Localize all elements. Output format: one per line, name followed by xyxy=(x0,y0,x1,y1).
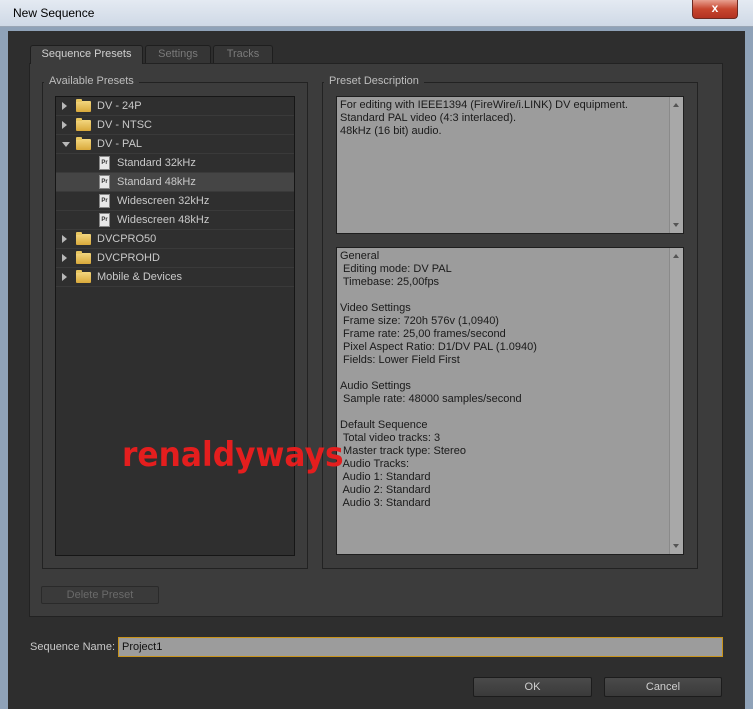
tree-item-standard-48khz[interactable]: Pr Standard 48kHz xyxy=(56,173,294,192)
folder-icon xyxy=(76,137,91,150)
collapse-arrow-icon[interactable] xyxy=(62,142,70,147)
tree-item-label: DV - NTSC xyxy=(97,119,152,131)
premiere-preset-icon: Pr xyxy=(99,213,110,227)
tree-item-dv-24p[interactable]: DV - 24P xyxy=(56,97,294,116)
scroll-down-icon[interactable] xyxy=(673,544,679,548)
tab-sequence-presets[interactable]: Sequence Presets xyxy=(30,45,143,64)
tree-item-widescreen-48khz[interactable]: Pr Widescreen 48kHz xyxy=(56,211,294,230)
close-icon: x xyxy=(711,1,719,15)
expand-arrow-icon[interactable] xyxy=(62,254,67,262)
title-bar: New Sequence x xyxy=(0,0,753,27)
preset-summary-text: For editing with IEEE1394 (FireWire/i.LI… xyxy=(340,99,628,137)
preset-summary-box[interactable]: For editing with IEEE1394 (FireWire/i.LI… xyxy=(336,96,684,234)
preset-details-box[interactable]: General Editing mode: DV PAL Timebase: 2… xyxy=(336,247,684,555)
tree-item-label: Standard 48kHz xyxy=(117,176,196,188)
tree-item-dv-ntsc[interactable]: DV - NTSC xyxy=(56,116,294,135)
scroll-up-icon[interactable] xyxy=(673,103,679,107)
tree-item-label: Standard 32kHz xyxy=(117,157,196,169)
scroll-down-icon[interactable] xyxy=(673,223,679,227)
window-title: New Sequence xyxy=(13,6,95,20)
folder-icon xyxy=(76,118,91,131)
expand-arrow-icon[interactable] xyxy=(62,121,67,129)
folder-icon xyxy=(76,232,91,245)
tree-item-label: Widescreen 48kHz xyxy=(117,214,210,226)
premiere-preset-icon: Pr xyxy=(99,194,110,208)
folder-icon xyxy=(76,270,91,283)
tree-item-dv-pal[interactable]: DV - PAL xyxy=(56,135,294,154)
delete-preset-button[interactable]: Delete Preset xyxy=(41,586,159,604)
preset-details-text: General Editing mode: DV PAL Timebase: 2… xyxy=(340,250,537,509)
expand-arrow-icon[interactable] xyxy=(62,235,67,243)
expand-arrow-icon[interactable] xyxy=(62,102,67,110)
sequence-name-input[interactable] xyxy=(118,637,723,657)
tree-item-label: Widescreen 32kHz xyxy=(117,195,210,207)
folder-icon xyxy=(76,251,91,264)
tab-settings[interactable]: Settings xyxy=(145,45,211,63)
tree-item-widescreen-32khz[interactable]: Pr Widescreen 32kHz xyxy=(56,192,294,211)
tab-tracks[interactable]: Tracks xyxy=(213,45,273,63)
presets-tree[interactable]: DV - 24P DV - NTSC DV - PAL Pr Standard … xyxy=(55,96,295,556)
tree-item-mobile-devices[interactable]: Mobile & Devices xyxy=(56,268,294,287)
scroll-up-icon[interactable] xyxy=(673,254,679,258)
tree-item-standard-32khz[interactable]: Pr Standard 32kHz xyxy=(56,154,294,173)
tree-item-dvcprohd[interactable]: DVCPROHD xyxy=(56,249,294,268)
sequence-name-label: Sequence Name: xyxy=(30,641,115,653)
tree-item-label: DV - PAL xyxy=(97,138,143,150)
expand-arrow-icon[interactable] xyxy=(62,273,67,281)
details-scrollbar[interactable] xyxy=(669,248,683,554)
tree-item-label: DV - 24P xyxy=(97,100,142,112)
tree-item-dvcpro50[interactable]: DVCPRO50 xyxy=(56,230,294,249)
tree-item-label: Mobile & Devices xyxy=(97,271,182,283)
preset-description-label: Preset Description xyxy=(324,75,424,87)
available-presets-label: Available Presets xyxy=(44,75,139,87)
ok-button[interactable]: OK xyxy=(473,677,592,697)
close-button[interactable]: x xyxy=(692,0,738,19)
folder-icon xyxy=(76,99,91,112)
summary-scrollbar[interactable] xyxy=(669,97,683,233)
watermark-text: renaldyways xyxy=(122,435,344,475)
tree-item-label: DVCPROHD xyxy=(97,252,160,264)
premiere-preset-icon: Pr xyxy=(99,156,110,170)
premiere-preset-icon: Pr xyxy=(99,175,110,189)
tree-item-label: DVCPRO50 xyxy=(97,233,157,245)
cancel-button[interactable]: Cancel xyxy=(604,677,722,697)
